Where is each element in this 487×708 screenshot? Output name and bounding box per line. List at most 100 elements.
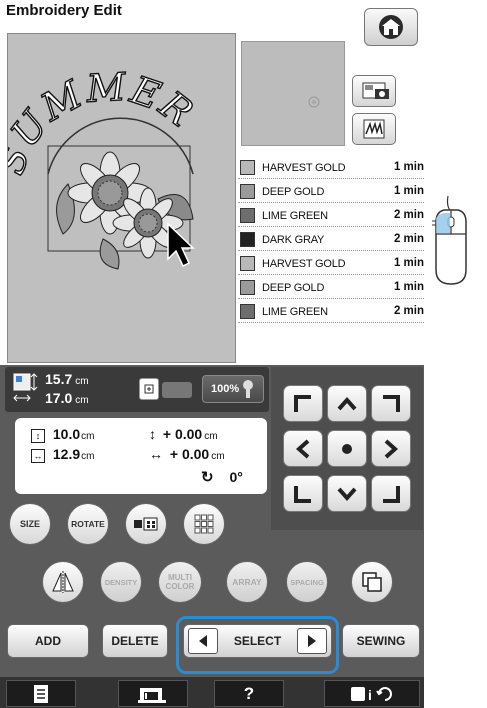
move-up-left-button[interactable]	[283, 385, 323, 422]
multi-color-button[interactable]: MULTI COLOR	[158, 561, 202, 603]
thread-name: HARVEST GOLD	[262, 162, 346, 174]
unit-label: cm	[75, 395, 89, 406]
mouse-icon	[432, 195, 467, 285]
size-height: 10.0	[52, 426, 81, 442]
camera-icon	[362, 82, 389, 99]
rotation-icon: ↻	[201, 469, 214, 486]
chevron-left-icon	[295, 439, 310, 458]
delete-button[interactable]: DELETE	[102, 624, 168, 658]
chevron-down-icon	[337, 487, 357, 501]
zoom-button[interactable]: 100%	[202, 375, 264, 403]
grid-button[interactable]	[183, 503, 225, 545]
design-size-bar: 15.7 cm 17.0 cm 100%	[5, 367, 269, 412]
home-button[interactable]	[364, 8, 418, 46]
thread-name: DEEP GOLD	[262, 282, 325, 294]
move-left-button[interactable]	[283, 430, 323, 467]
border-frame-icon	[134, 517, 158, 531]
vertical-offset-icon: ↕	[149, 426, 156, 442]
triangle-right-icon	[308, 635, 316, 647]
unit-label: cm	[75, 376, 89, 387]
arrow-down-right-icon	[383, 485, 400, 503]
triangle-left-icon	[199, 635, 207, 647]
svg-text:i: i	[368, 687, 372, 703]
chevron-up-icon	[337, 396, 357, 410]
design-height: 15.7	[45, 371, 73, 387]
move-right-button[interactable]	[371, 430, 411, 467]
stitch-view-button[interactable]	[352, 113, 396, 145]
thread-time: 2 min	[393, 209, 424, 221]
size-button[interactable]: SIZE	[9, 503, 51, 545]
sewing-button[interactable]: SEWING	[342, 624, 420, 658]
list-item: DARK GRAY 2 min	[238, 229, 424, 251]
list-item: LIME GREEN 2 min	[238, 301, 424, 323]
offset-vertical: + 0.00	[162, 426, 203, 442]
center-button[interactable]	[327, 430, 367, 467]
document-icon	[34, 684, 48, 703]
mirror-icon	[52, 571, 74, 593]
horizontal-offset-icon: ↔	[149, 446, 163, 462]
rotate-button[interactable]: ROTATE	[67, 503, 109, 545]
frame-size-indicator	[162, 382, 192, 398]
horizontal-size-icon: ↔	[31, 449, 45, 463]
design-preview	[241, 41, 345, 146]
center-dot-icon	[342, 443, 352, 454]
thread-time: 2 min	[393, 233, 424, 245]
thread-color-swatch	[240, 184, 255, 199]
thread-name: DEEP GOLD	[262, 186, 325, 198]
vertical-size-icon: ↕	[31, 429, 45, 443]
density-button[interactable]: DENSITY	[100, 561, 142, 603]
stitch-pattern-icon	[363, 119, 385, 139]
machine-info-icon: i	[351, 686, 392, 703]
settings-page-button[interactable]	[6, 680, 76, 707]
position-info-box: ↕ 10.0cm ↔ 12.9cm ↕ + 0.00 cm ↔ + 0.00 cm …	[15, 418, 267, 494]
size-width: 12.9	[52, 446, 81, 462]
move-down-button[interactable]	[327, 475, 367, 512]
array-button[interactable]: ARRAY	[226, 561, 268, 603]
machine-info-button[interactable]	[118, 680, 188, 707]
screen-title: Embroidery Edit	[6, 2, 122, 19]
select-next-button[interactable]	[297, 628, 327, 654]
embroidery-canvas[interactable]: SUMMER	[0, 33, 236, 363]
list-item: HARVEST GOLD 1 min	[238, 253, 424, 275]
plus-frame-icon	[144, 384, 154, 394]
thread-time: 1 min	[393, 185, 424, 197]
magnifier-icon	[243, 380, 254, 398]
function-info-button[interactable]: i	[324, 680, 420, 707]
border-button[interactable]	[125, 503, 167, 545]
thread-color-swatch	[240, 256, 255, 271]
spacing-button[interactable]: SPACING	[286, 561, 328, 603]
offset-horizontal: + 0.00	[169, 446, 210, 462]
thread-color-swatch	[240, 304, 255, 319]
add-button[interactable]: ADD	[7, 624, 89, 658]
sewing-machine-icon	[138, 687, 166, 703]
thread-time: 1 min	[393, 257, 424, 269]
select-label: SELECT	[233, 634, 282, 648]
duplicate-button[interactable]	[351, 561, 393, 603]
move-down-right-button[interactable]	[371, 475, 411, 512]
list-item: LIME GREEN 2 min	[238, 205, 424, 227]
arrow-down-left-icon	[294, 485, 311, 503]
select-previous-button[interactable]	[188, 628, 218, 654]
thread-name: HARVEST GOLD	[262, 258, 346, 270]
thread-time: 1 min	[393, 161, 424, 173]
move-up-button[interactable]	[327, 385, 367, 422]
arrow-up-left-icon	[294, 394, 311, 412]
embroidery-design: SUMMER	[0, 64, 201, 270]
camera-scan-button[interactable]	[352, 75, 396, 107]
thread-color-swatch	[240, 280, 255, 295]
duplicate-icon	[362, 572, 382, 592]
arrow-up-right-icon	[383, 394, 400, 412]
mirror-button[interactable]	[42, 561, 84, 603]
help-button[interactable]: ?	[214, 680, 284, 707]
zoom-level: 100%	[211, 383, 240, 395]
thread-color-swatch	[240, 160, 255, 175]
rotation-angle: 0°	[229, 469, 243, 485]
move-up-right-button[interactable]	[371, 385, 411, 422]
pointer-cursor-icon	[167, 222, 195, 268]
home-icon	[379, 15, 403, 39]
pattern-select-button[interactable]	[139, 378, 159, 400]
move-down-left-button[interactable]	[283, 475, 323, 512]
thread-color-swatch	[240, 208, 255, 223]
list-item: DEEP GOLD 1 min	[238, 181, 424, 203]
size-icon	[13, 373, 38, 402]
